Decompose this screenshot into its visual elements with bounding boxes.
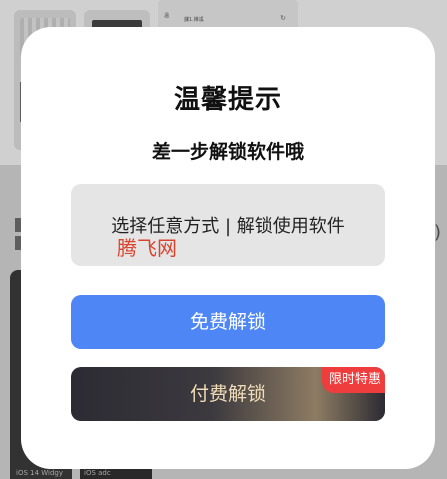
dialog-subtitle: 差一步解锁软件哦 [151,141,304,163]
dialog-title: 温馨提示 [173,85,282,115]
unlock-dialog: 温馨提示 差一步解锁软件哦 选择任意方式 | 解锁使用软件 腾飞网 免费解锁 付… [21,27,435,469]
watermark: 腾飞网 [117,236,177,260]
paid-unlock-button[interactable]: 付费解锁 限时特惠 [71,367,385,421]
paid-unlock-label: 付费解锁 [189,383,266,405]
limited-offer-badge: 限时特惠 [321,367,385,393]
free-unlock-button[interactable]: 免费解锁 [71,295,385,349]
